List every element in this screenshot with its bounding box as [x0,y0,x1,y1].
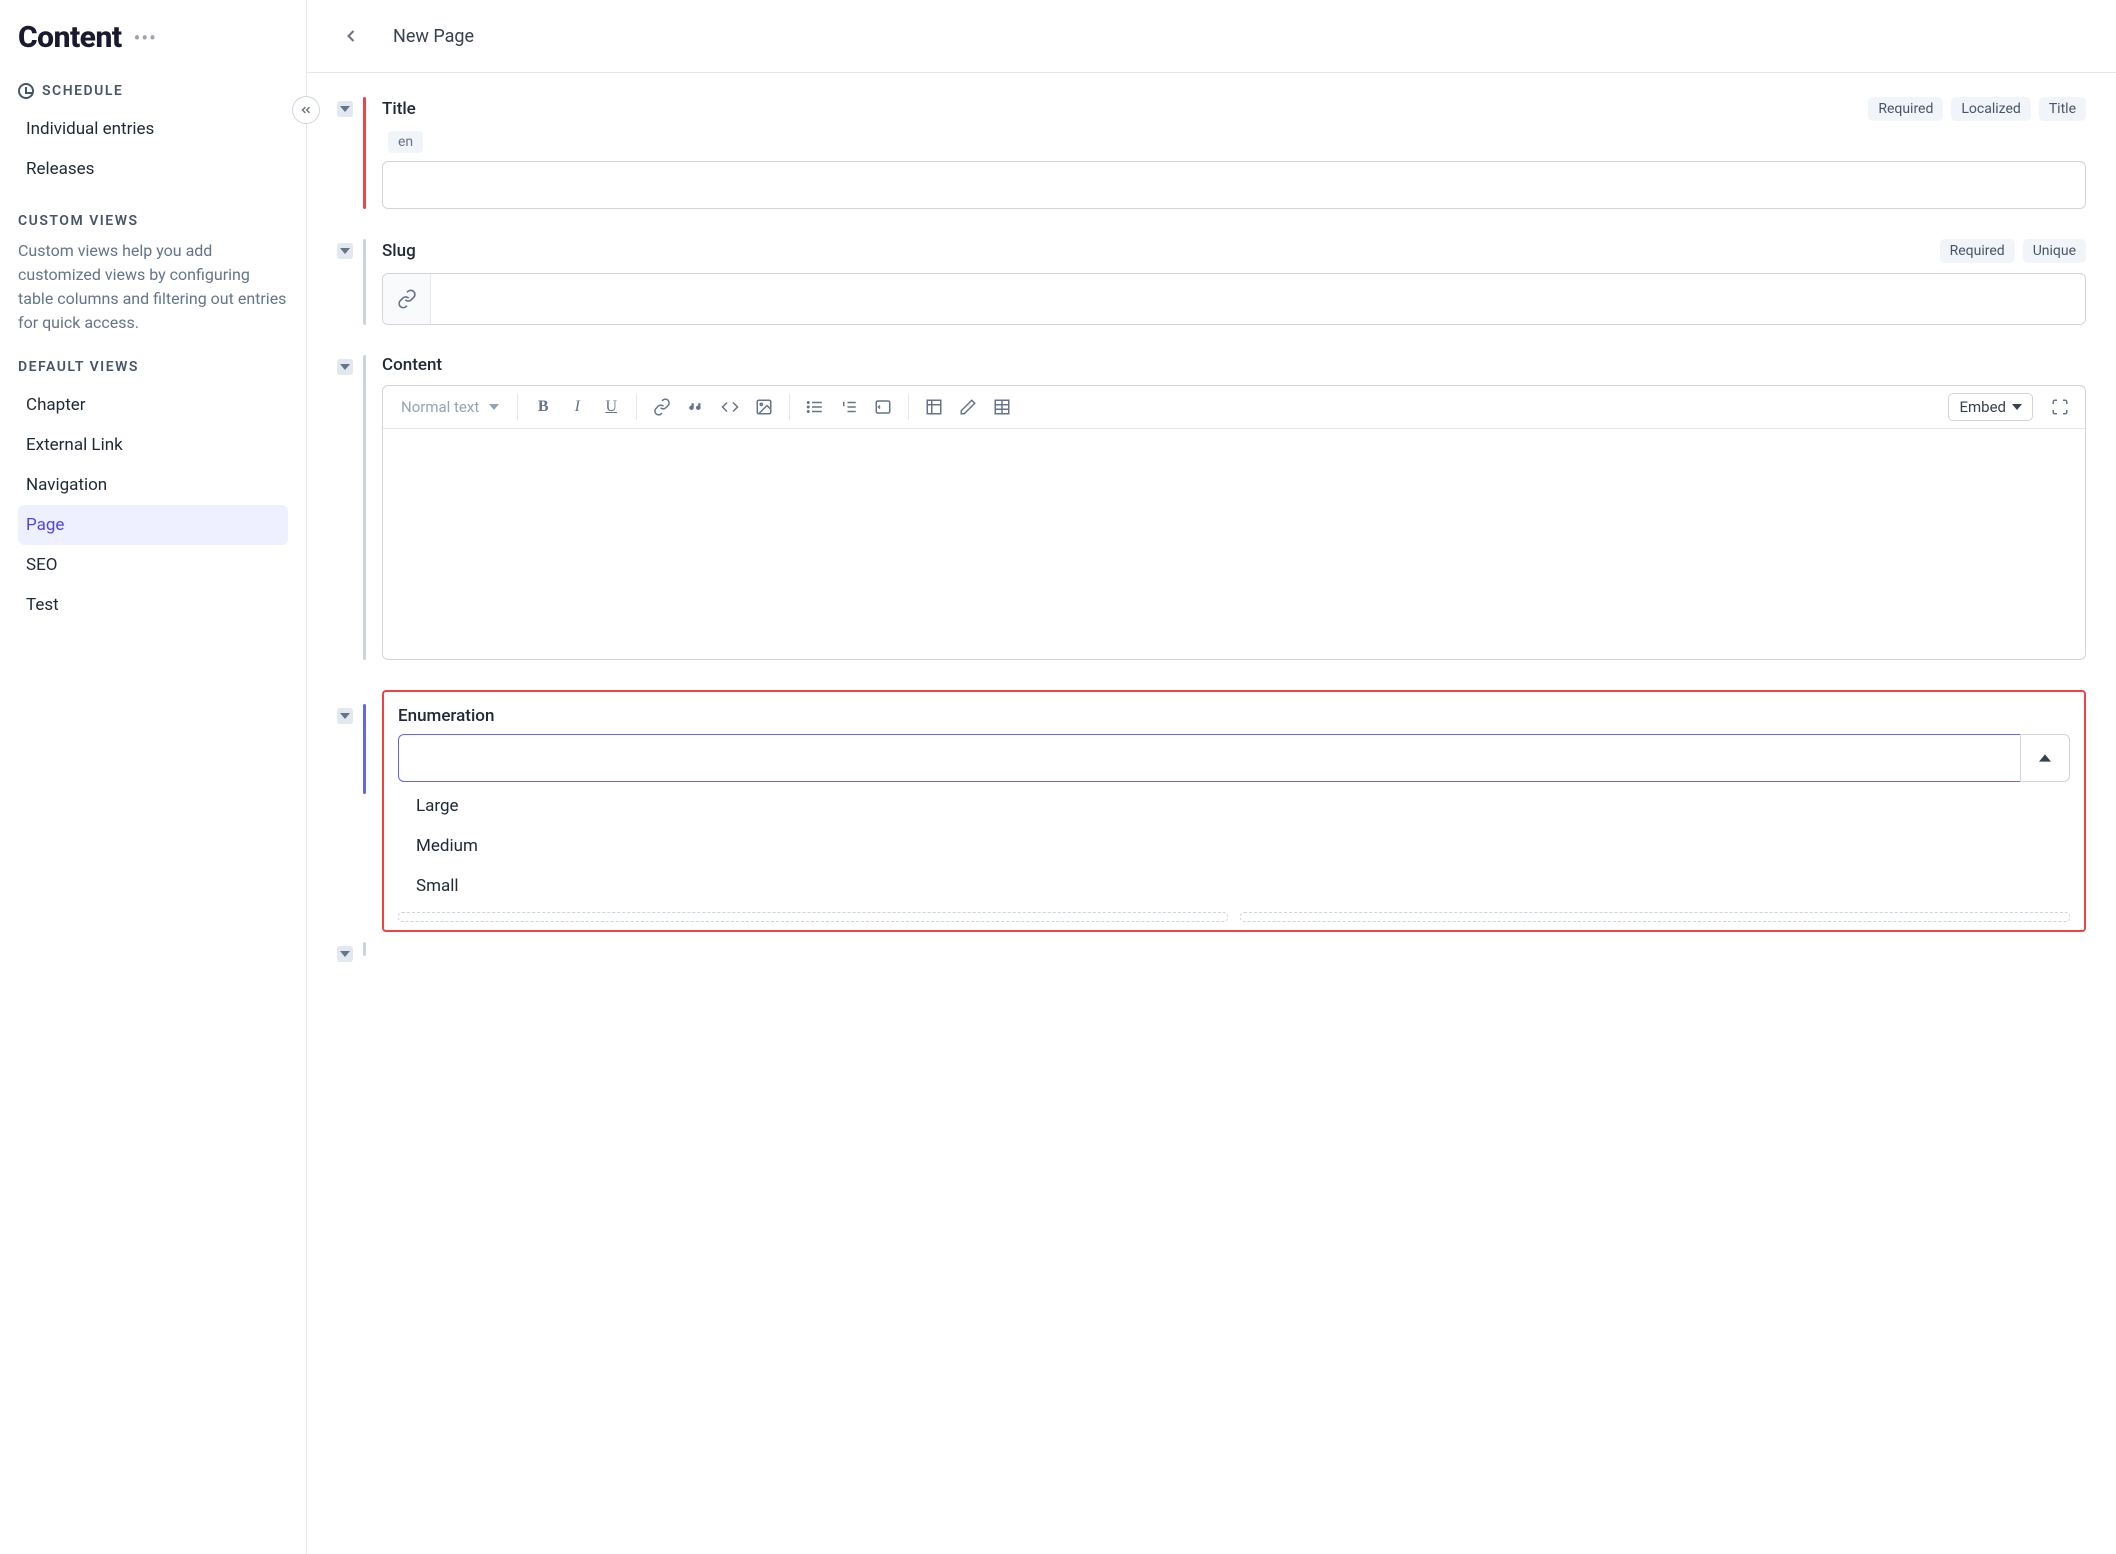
grid-button[interactable] [987,392,1017,422]
sidebar: Content ••• SCHEDULE Individual entries … [0,0,307,1554]
format-select[interactable]: Normal text [393,394,507,420]
badge-title: Title [2039,97,2086,121]
badge-localized: Localized [1951,97,2030,121]
more-icon[interactable]: ••• [134,26,157,50]
back-button[interactable] [337,22,365,50]
clock-icon [18,83,34,99]
view-external-link[interactable]: External Link [18,425,288,465]
badge-unique: Unique [2023,239,2086,263]
field-bar [363,704,366,794]
placeholder-box [1240,912,2070,922]
field-toggle-title[interactable] [337,101,353,117]
enumeration-dropdown: Large Medium Small [398,786,2070,906]
rich-text-editor: Normal text B I U [382,385,2086,660]
schedule-section: SCHEDULE [18,83,288,99]
embed-label: Embed [1959,398,2006,416]
field-bar [363,355,366,660]
codeblock-button[interactable] [868,392,898,422]
quote-button[interactable] [681,392,711,422]
nav-individual-entries[interactable]: Individual entries [18,109,288,149]
italic-button[interactable]: I [562,392,592,422]
link-icon [383,274,431,324]
schedule-label: SCHEDULE [42,83,123,99]
default-views-label: DEFAULT VIEWS [18,359,288,375]
custom-views-label: CUSTOM VIEWS [18,213,288,229]
view-navigation[interactable]: Navigation [18,465,288,505]
enumeration-caret-button[interactable] [2020,734,2070,782]
enumeration-highlighted: Enumeration Large Medium Small [382,690,2086,932]
ordered-list-button[interactable] [834,392,864,422]
bold-button[interactable]: B [528,392,558,422]
enum-option-large[interactable]: Large [398,786,2070,826]
editor-body[interactable] [383,429,2085,659]
badge-required: Required [1868,97,1943,121]
slug-input[interactable] [431,274,2085,324]
field-toggle-slug[interactable] [337,243,353,259]
enumeration-input[interactable] [398,734,2020,782]
image-button[interactable] [749,392,779,422]
edit-button[interactable] [953,392,983,422]
page-title: New Page [393,26,474,47]
field-toggle-content[interactable] [337,359,353,375]
badge-required: Required [1940,239,2015,263]
nav-releases[interactable]: Releases [18,149,288,189]
enum-option-small[interactable]: Small [398,866,2070,906]
slug-label: Slug [382,241,416,261]
field-bar [363,239,366,325]
format-label: Normal text [401,398,479,416]
embed-button[interactable]: Embed [1948,393,2033,421]
field-toggle-enumeration[interactable] [337,708,353,724]
fullscreen-button[interactable] [2045,392,2075,422]
bullet-list-button[interactable] [800,392,830,422]
locale-chip[interactable]: en [388,131,423,153]
view-test[interactable]: Test [18,585,288,625]
field-toggle-next[interactable] [337,946,353,962]
field-bar [363,97,366,209]
placeholder-box [398,912,1228,922]
enum-option-medium[interactable]: Medium [398,826,2070,866]
content-label: Content [382,355,2086,375]
view-chapter[interactable]: Chapter [18,385,288,425]
sidebar-title: Content [18,20,122,55]
table-button[interactable] [919,392,949,422]
code-button[interactable] [715,392,745,422]
underline-button[interactable]: U [596,392,626,422]
main: New Page Title Required Localized Title [307,0,2116,1554]
view-page[interactable]: Page [18,505,288,545]
title-input[interactable] [382,161,2086,209]
enumeration-label: Enumeration [398,706,2070,726]
field-bar [363,942,366,956]
link-button[interactable] [647,392,677,422]
page-header: New Page [307,0,2116,73]
view-seo[interactable]: SEO [18,545,288,585]
collapse-sidebar-button[interactable] [292,96,320,124]
title-label: Title [382,99,416,119]
custom-views-desc: Custom views help you add customized vie… [18,239,288,335]
